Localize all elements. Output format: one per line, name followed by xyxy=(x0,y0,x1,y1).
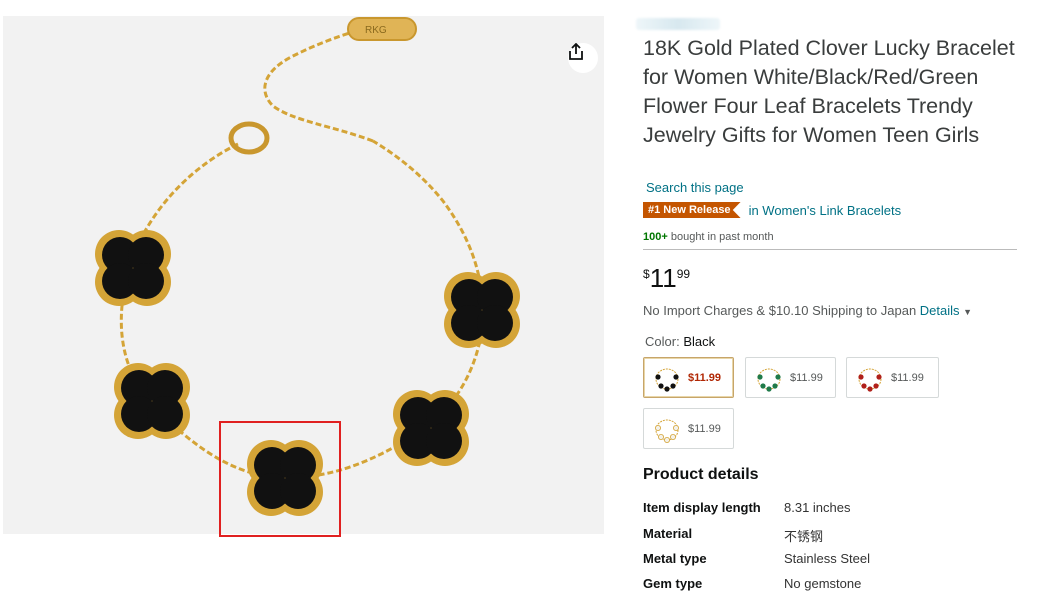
share-icon xyxy=(569,43,583,60)
color-swatch-white[interactable]: $11.99 xyxy=(643,408,734,449)
swatch-price: $11.99 xyxy=(688,371,722,384)
clover-charm-3 xyxy=(114,363,190,439)
product-details-heading: Product details xyxy=(643,466,759,483)
badge-category-link[interactable]: in Women's Link Bracelets xyxy=(749,203,902,218)
price-symbol: $ xyxy=(643,267,650,281)
brand-link-blurred[interactable] xyxy=(636,18,720,30)
shipping-info: No Import Charges & $10.10 Shipping to J… xyxy=(643,303,972,318)
bracelet-thumbnail-icon xyxy=(655,368,679,392)
color-label: Color: Black xyxy=(645,334,715,349)
clasp-tag-text: RKG xyxy=(365,25,387,36)
detail-key: Item display length xyxy=(643,500,761,515)
detail-key: Gem type xyxy=(643,576,703,591)
search-this-page-link[interactable]: Search this page xyxy=(646,180,744,195)
bought-text: bought in past month xyxy=(670,231,774,243)
extender-chain xyxy=(263,30,374,143)
new-release-badge[interactable]: #1 New Release xyxy=(643,202,741,218)
product-title: 18K Gold Plated Clover Lucky Bracelet fo… xyxy=(643,36,1015,147)
detail-value: No gemstone xyxy=(784,576,862,591)
best-seller-badge-row: #1 New Release in Women's Link Bracelets xyxy=(643,202,901,218)
bracelet-thumbnail-icon xyxy=(655,419,679,443)
chevron-down-icon[interactable]: ▼ xyxy=(963,307,972,317)
price-whole: 11 xyxy=(649,263,677,293)
selected-color-value: Black xyxy=(683,334,716,349)
detail-key: Metal type xyxy=(643,551,707,566)
detail-value: 不锈钢 xyxy=(784,529,824,544)
swatch-price: $11.99 xyxy=(891,371,924,384)
detail-value: 8.31 inches xyxy=(784,500,851,515)
divider xyxy=(643,249,1017,250)
highlight-box xyxy=(219,421,341,537)
shipping-text: No Import Charges & $10.10 Shipping to J… xyxy=(643,303,917,318)
share-button[interactable] xyxy=(568,43,598,73)
bracelet-thumbnail-icon xyxy=(858,368,882,392)
clover-charm-1 xyxy=(95,230,171,306)
color-swatch-green[interactable]: $11.99 xyxy=(745,357,836,398)
clover-charm-2 xyxy=(444,272,520,348)
detail-key: Material xyxy=(643,526,693,541)
color-label-key: Color: xyxy=(645,334,680,349)
detail-value: Stainless Steel xyxy=(784,551,870,566)
bought-count: 100+ xyxy=(643,231,668,243)
swatch-price: $11.99 xyxy=(790,371,823,384)
color-swatch-red[interactable]: $11.99 xyxy=(846,357,939,398)
bracelet-thumbnail-icon xyxy=(757,368,781,392)
lobster-clasp xyxy=(228,121,270,155)
color-swatch-black[interactable]: $11.99 xyxy=(643,357,734,398)
price: $1199 xyxy=(643,263,690,294)
clover-charm-4 xyxy=(393,390,469,466)
price-fraction: 99 xyxy=(676,267,691,281)
swatch-price: $11.99 xyxy=(688,422,721,435)
bought-in-past-month: 100+ bought in past month xyxy=(643,231,774,243)
shipping-details-link[interactable]: Details xyxy=(920,303,960,318)
